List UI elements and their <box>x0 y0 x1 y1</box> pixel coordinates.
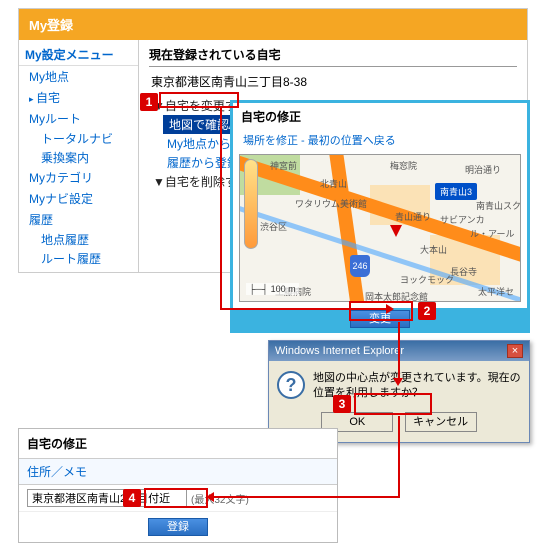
home-correction-map-panel: 自宅の修正 場所を修正 - 最初の位置へ戻る 246 南青山3 神宮前 梅窓院 … <box>230 100 530 333</box>
sidebar-menu-title: My設定メニュー <box>19 44 138 66</box>
callout-2: 2 <box>418 302 436 320</box>
redbox-2 <box>349 301 413 321</box>
sidebar-sub-totalnavi[interactable]: トータルナビ <box>19 129 138 148</box>
sidebar-item-mycategory[interactable]: Myカテゴリ <box>19 167 138 188</box>
home-address: 東京都港区南青山三丁目8-38 <box>151 73 517 90</box>
map-place-banner: 南青山3 <box>435 183 477 200</box>
map-zoom-slider[interactable] <box>244 159 258 249</box>
route-shield-icon: 246 <box>350 255 370 277</box>
sidebar: My設定メニュー My地点 自宅 Myルート トータルナビ 乗換案内 Myカテゴ… <box>19 40 139 272</box>
reset-location-link[interactable]: 場所を修正 - 最初の位置へ戻る <box>233 130 527 154</box>
sidebar-item-history[interactable]: 履歴 <box>19 209 138 230</box>
opt-from-history[interactable]: 履歴から登録 <box>163 153 239 172</box>
map-label: ヨックモック <box>400 273 454 286</box>
sidebar-item-myspot[interactable]: My地点 <box>19 66 138 87</box>
callout-1: 1 <box>140 93 158 111</box>
dialog-title-text: Windows Internet Explorer <box>275 345 404 357</box>
map-pin-icon <box>390 225 402 237</box>
map-label: 神宮前 <box>270 159 297 172</box>
redbox-4 <box>144 488 208 508</box>
map-label: ワタリウム美術館 <box>295 197 367 210</box>
sidebar-item-home[interactable]: 自宅 <box>19 87 138 108</box>
home-correction-form: 自宅の修正 住所／メモ (最大32文字) 登録 <box>18 428 338 543</box>
map-scale-label: ├─┤ 100 m <box>246 283 299 295</box>
map-label: 明治通り <box>465 163 501 176</box>
panel4-title: 自宅の修正 <box>19 429 337 459</box>
arrow-line <box>220 108 222 308</box>
panel4-subheader: 住所／メモ <box>19 459 337 485</box>
map-label: 北青山 <box>320 177 347 190</box>
arrow-line <box>398 416 400 496</box>
map-label: 渋谷区 <box>260 220 287 233</box>
callout-3: 3 <box>333 395 351 413</box>
redbox-1 <box>159 92 239 108</box>
map-label: 長谷寺 <box>450 265 477 278</box>
close-icon[interactable]: × <box>507 344 523 358</box>
arrow-line <box>214 496 400 498</box>
arrowhead-icon <box>393 378 403 386</box>
map-label: 青山通り <box>395 210 431 223</box>
register-button[interactable]: 登録 <box>148 518 208 536</box>
sidebar-item-mynavisetting[interactable]: Myナビ設定 <box>19 188 138 209</box>
map-label: 南青山スクエア <box>476 199 521 212</box>
map-label: 梅窓院 <box>390 159 417 172</box>
sidebar-sub-routehist[interactable]: ルート履歴 <box>19 249 138 268</box>
map-label: ル・アール <box>470 227 514 240</box>
panel-header: My登録 <box>19 9 527 40</box>
current-home-title: 現在登録されている自宅 <box>149 46 517 67</box>
redbox-3 <box>354 393 432 415</box>
question-icon: ? <box>277 371 305 399</box>
sidebar-sub-spothist[interactable]: 地点履歴 <box>19 230 138 249</box>
panel4-buttons: 登録 <box>19 512 337 542</box>
sidebar-item-myroute[interactable]: Myルート <box>19 108 138 129</box>
arrow-line <box>398 322 400 378</box>
map-label: 太平洋セ <box>478 285 514 298</box>
panel2-title: 自宅の修正 <box>233 103 527 130</box>
map-label: サビアンカ <box>440 213 485 226</box>
map-viewport[interactable]: 246 南青山3 神宮前 梅窓院 渋谷区 北青山 青山通り 長谷寺 明治通り サ… <box>239 154 521 302</box>
callout-4: 4 <box>123 489 141 507</box>
map-label: 大本山 <box>420 243 447 256</box>
sidebar-sub-transfer[interactable]: 乗換案内 <box>19 148 138 167</box>
